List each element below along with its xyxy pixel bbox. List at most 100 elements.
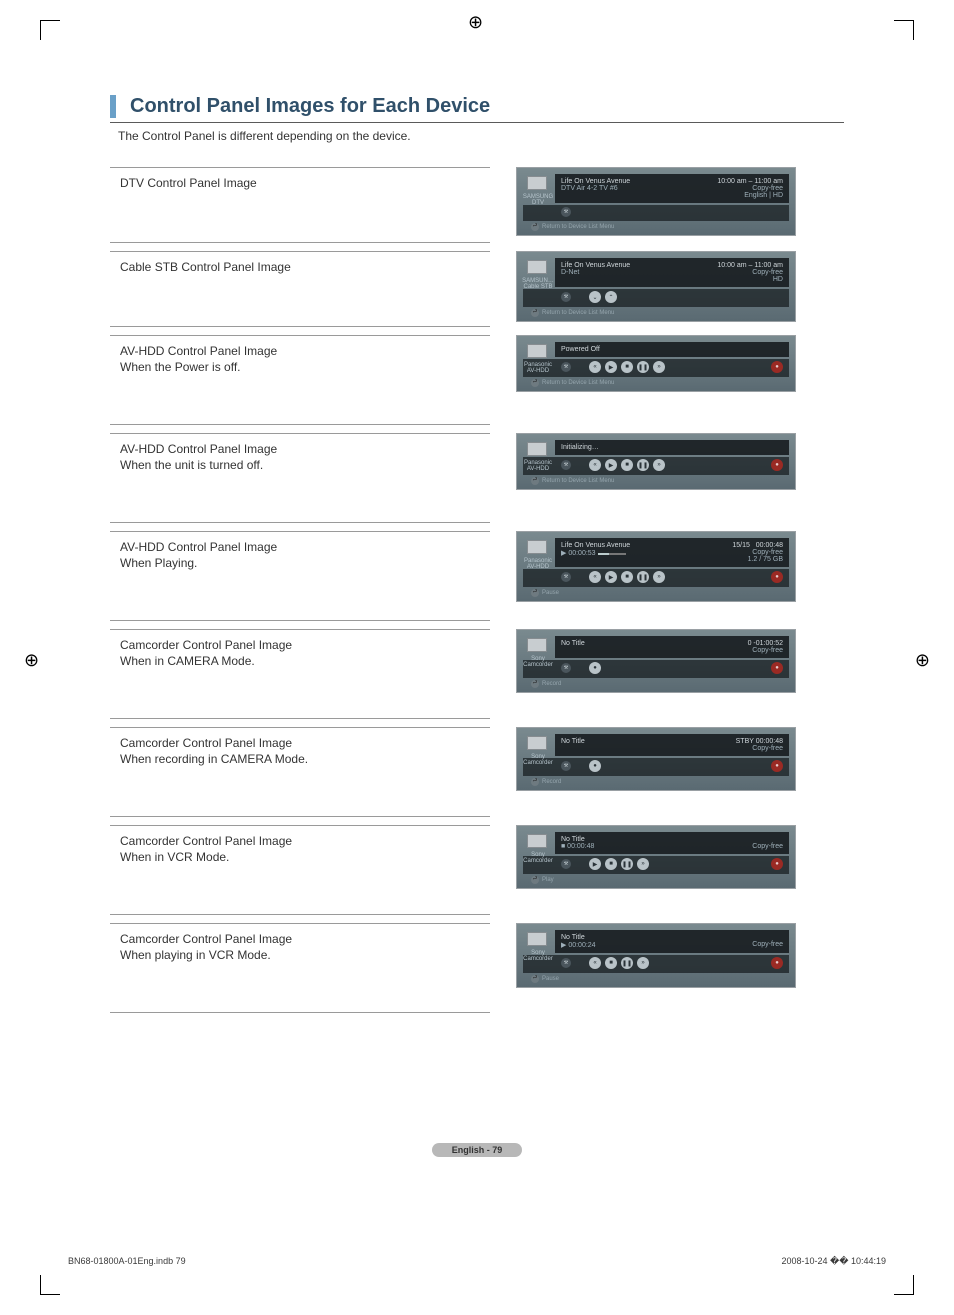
pause-button[interactable]: ❚❚ <box>621 858 633 870</box>
panel-footer-hint: ⮐Play <box>523 874 789 884</box>
rec-stop-button[interactable]: ● <box>589 760 601 772</box>
panel-button-row: ⚒ « ▶ ■ ❚❚ » ● <box>523 457 789 475</box>
panel-button-row: ⚒ <box>523 205 789 221</box>
panel-button-row: ⚒ « ▶ ■ ❚❚ » ● <box>523 359 789 377</box>
ff-button[interactable]: » <box>653 571 665 583</box>
pause-button[interactable]: ❚❚ <box>637 459 649 471</box>
hint-icon: ⮐ <box>531 975 539 983</box>
device-row: AV-HDD Control Panel ImageWhen Playing.P… <box>110 531 844 621</box>
device-type-label: SonyCamcorder <box>521 950 555 962</box>
divider <box>110 122 844 123</box>
panel-cell: SonyCamcorderNo Title▶ 00:00:24Copy-free… <box>490 923 844 988</box>
record-button[interactable]: ● <box>771 662 783 674</box>
hint-icon: ⮐ <box>531 477 539 485</box>
rew-button[interactable]: « <box>589 361 601 373</box>
stop-button[interactable]: ■ <box>621 571 633 583</box>
device-icon <box>527 834 547 848</box>
stop-button[interactable]: ■ <box>605 858 617 870</box>
play-button[interactable]: ▶ <box>605 361 617 373</box>
hint-icon: ⮐ <box>531 379 539 387</box>
print-timestamp: 2008-10-24 �� 10:44:19 <box>781 1256 886 1267</box>
pause-button[interactable]: ❚❚ <box>621 957 633 969</box>
tools-button[interactable]: ⚒ <box>561 460 571 470</box>
tools-button[interactable]: ⚒ <box>561 859 571 869</box>
tools-button[interactable]: ⚒ <box>561 663 571 673</box>
device-type-label: SonyCamcorder <box>521 852 555 864</box>
device-icon <box>527 344 547 358</box>
record-button[interactable]: ● <box>771 459 783 471</box>
program-title: No Title <box>561 738 585 745</box>
panel-header: Initializing… <box>555 440 789 455</box>
record-button[interactable]: ● <box>771 361 783 373</box>
hint-icon: ⮐ <box>531 589 539 597</box>
panel-cell: SAMSUNGDTVLife On Venus Avenue10:00 am –… <box>490 167 844 236</box>
program-time: 0 -01:00:52 <box>748 640 783 647</box>
progress-bar <box>598 553 626 555</box>
panel-header: No Title■ 00:00:48Copy-free <box>555 832 789 854</box>
control-panel: PanasonicAV-HDDPowered Off⚒«▶■❚❚»●⮐Retur… <box>516 335 796 392</box>
play-button[interactable]: ▶ <box>605 459 617 471</box>
ff-button[interactable]: » <box>653 361 665 373</box>
device-row: Cable STB Control Panel ImageSAMSUN…Cabl… <box>110 251 844 327</box>
stop-button[interactable]: ■ <box>605 957 617 969</box>
device-label: Camcorder Control Panel Image <box>120 736 484 750</box>
record-button[interactable]: ● <box>771 957 783 969</box>
program-time: 10:00 am – 11:00 am <box>717 262 783 269</box>
program-title: Life On Venus Avenue <box>561 178 630 185</box>
program-title: No Title <box>561 640 585 647</box>
program-subtitle: ▶ 00:00:53 <box>561 549 628 563</box>
control-panel: SonyCamcorderNo TitleSTBY 00:00:48Copy-f… <box>516 727 796 791</box>
tools-button[interactable]: ⚒ <box>561 207 571 217</box>
program-subtitle: ■ 00:00:48 <box>561 843 594 850</box>
device-type-label: SonyCamcorder <box>521 656 555 668</box>
rew-button[interactable]: « <box>589 957 601 969</box>
device-type-label: PanasonicAV-HDD <box>521 362 555 374</box>
program-time: 00:00:48 <box>756 542 783 549</box>
ch-down-button[interactable]: ⌄ <box>589 291 601 303</box>
ff-button[interactable]: » <box>637 957 649 969</box>
ff-button[interactable]: » <box>653 459 665 471</box>
device-icon <box>527 736 547 750</box>
tools-button[interactable]: ⚒ <box>561 292 571 302</box>
ff-button[interactable]: » <box>637 858 649 870</box>
panel-cell: SonyCamcorderNo TitleSTBY 00:00:48Copy-f… <box>490 727 844 791</box>
tools-button[interactable]: ⚒ <box>561 572 571 582</box>
device-label: Camcorder Control Panel Image <box>120 638 484 652</box>
rew-button[interactable]: « <box>589 459 601 471</box>
tools-button[interactable]: ⚒ <box>561 761 571 771</box>
program-title: No Title <box>561 836 585 843</box>
device-row: Camcorder Control Panel ImageWhen playin… <box>110 923 844 1013</box>
device-label-cell: Camcorder Control Panel ImageWhen in CAM… <box>110 629 490 719</box>
play-button[interactable]: ▶ <box>589 858 601 870</box>
crop-corner-icon <box>40 20 60 40</box>
record-button[interactable]: ● <box>771 760 783 772</box>
device-sublabel: When Playing. <box>120 556 484 570</box>
program-title: Powered Off <box>561 346 600 353</box>
device-label: AV-HDD Control Panel Image <box>120 344 484 358</box>
crop-corner-icon <box>894 1275 914 1295</box>
copy-status: Copy-free <box>752 185 783 192</box>
pause-button[interactable]: ❚❚ <box>637 361 649 373</box>
device-sublabel: When the unit is turned off. <box>120 458 484 472</box>
play-button[interactable]: ▶ <box>605 571 617 583</box>
registration-mark-icon: ⊕ <box>24 650 39 671</box>
rec-button[interactable]: ● <box>589 662 601 674</box>
control-panel: PanasonicAV-HDDLife On Venus Avenue15/15… <box>516 531 796 602</box>
panel-button-row: ⚒ ● ● <box>523 758 789 776</box>
stop-button[interactable]: ■ <box>621 459 633 471</box>
tools-button[interactable]: ⚒ <box>561 958 571 968</box>
panel-cell: PanasonicAV-HDDLife On Venus Avenue15/15… <box>490 531 844 602</box>
device-type-label: SAMSUNGDTV <box>521 194 555 206</box>
record-button[interactable]: ● <box>771 571 783 583</box>
registration-mark-icon: ⊕ <box>915 650 930 671</box>
tools-button[interactable]: ⚒ <box>561 362 571 372</box>
device-type-label: SAMSUN…Cable STB <box>521 278 555 290</box>
control-panel: PanasonicAV-HDDInitializing…⚒«▶■❚❚»●⮐Ret… <box>516 433 796 490</box>
control-panel: SonyCamcorderNo Title■ 00:00:48Copy-free… <box>516 825 796 889</box>
record-button[interactable]: ● <box>771 858 783 870</box>
stop-button[interactable]: ■ <box>621 361 633 373</box>
pause-button[interactable]: ❚❚ <box>637 571 649 583</box>
ch-up-button[interactable]: ⌃ <box>605 291 617 303</box>
rew-button[interactable]: « <box>589 571 601 583</box>
panel-button-row: ⚒ « ■ ❚❚ » ● <box>523 955 789 973</box>
